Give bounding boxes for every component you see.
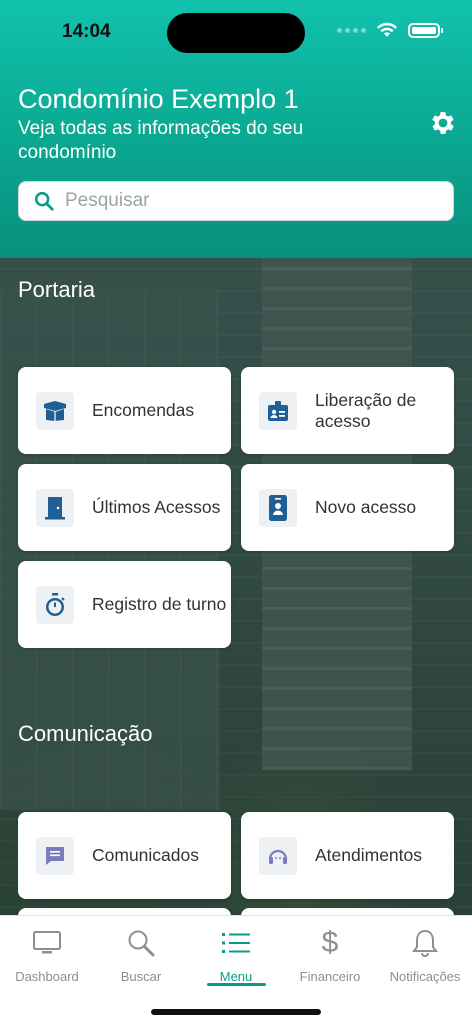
- section-title-portaria: Portaria: [18, 277, 96, 302]
- card-label: Liberação de acesso: [315, 389, 417, 431]
- home-indicator: [151, 1009, 321, 1015]
- message-icon: [46, 846, 64, 865]
- signal-icon: [337, 27, 366, 33]
- search-bar[interactable]: [18, 181, 454, 221]
- status-icons: [337, 22, 443, 38]
- card-registro-turno[interactable]: Registro de turno: [18, 561, 231, 648]
- tab-buscar[interactable]: Buscar: [94, 926, 188, 984]
- wifi-icon: [377, 22, 397, 37]
- tab-notificacoes[interactable]: Notificações: [378, 926, 472, 984]
- door-icon: [45, 496, 65, 519]
- tab-dashboard[interactable]: Dashboard: [0, 926, 94, 984]
- section-title-comunicacao: Comunicação: [18, 721, 153, 746]
- contact-card-icon: [269, 494, 287, 521]
- dollar-icon: $: [321, 926, 339, 959]
- card-label: Comunicados: [92, 845, 199, 865]
- battery-icon: [408, 22, 443, 38]
- search-icon: [34, 191, 54, 211]
- page-title: Condomínio Exemplo 1: [18, 84, 299, 114]
- header: 14:04 Condomínio Exemplo 1 Veja todas as…: [0, 0, 472, 258]
- card-encomendas[interactable]: Encomendas: [18, 367, 231, 454]
- bell-icon: [412, 929, 438, 957]
- search-input[interactable]: [65, 190, 425, 212]
- bottom-tab-bar: Dashboard Buscar Menu $ Financeiro Notif…: [0, 915, 472, 1024]
- card-liberacao-acesso[interactable]: Liberação de acesso: [241, 367, 454, 454]
- gear-icon[interactable]: [428, 108, 458, 138]
- tab-menu[interactable]: Menu: [189, 926, 283, 984]
- page-subtitle: Veja todas as informações do seu condomí…: [18, 118, 304, 163]
- monitor-icon: [33, 931, 61, 954]
- card-label: Novo acesso: [315, 497, 417, 517]
- card-label: Atendimentos: [315, 845, 423, 865]
- list-icon: [222, 933, 250, 953]
- stopwatch-icon: [46, 592, 65, 616]
- dynamic-island: [167, 13, 305, 53]
- status-time: 14:04: [62, 21, 111, 42]
- headset-icon: [268, 849, 288, 864]
- active-tab-indicator: [207, 983, 266, 986]
- card-atendimentos[interactable]: Atendimentos: [241, 812, 454, 899]
- package-icon: [44, 400, 66, 421]
- card-comunicados[interactable]: Comunicados: [18, 812, 231, 899]
- id-badge-icon: [268, 400, 288, 421]
- card-label: Últimos Acessos: [92, 497, 221, 517]
- card-label: Encomendas: [92, 400, 195, 420]
- card-novo-acesso[interactable]: Novo acesso: [241, 464, 454, 551]
- card-label: Registro de turno: [92, 594, 227, 614]
- tab-financeiro[interactable]: $ Financeiro: [283, 926, 377, 985]
- card-ultimos-acessos[interactable]: Últimos Acessos: [18, 464, 231, 551]
- search-icon: [128, 930, 155, 957]
- app-screen: 14:04 Condomínio Exemplo 1 Veja todas as…: [0, 0, 472, 1024]
